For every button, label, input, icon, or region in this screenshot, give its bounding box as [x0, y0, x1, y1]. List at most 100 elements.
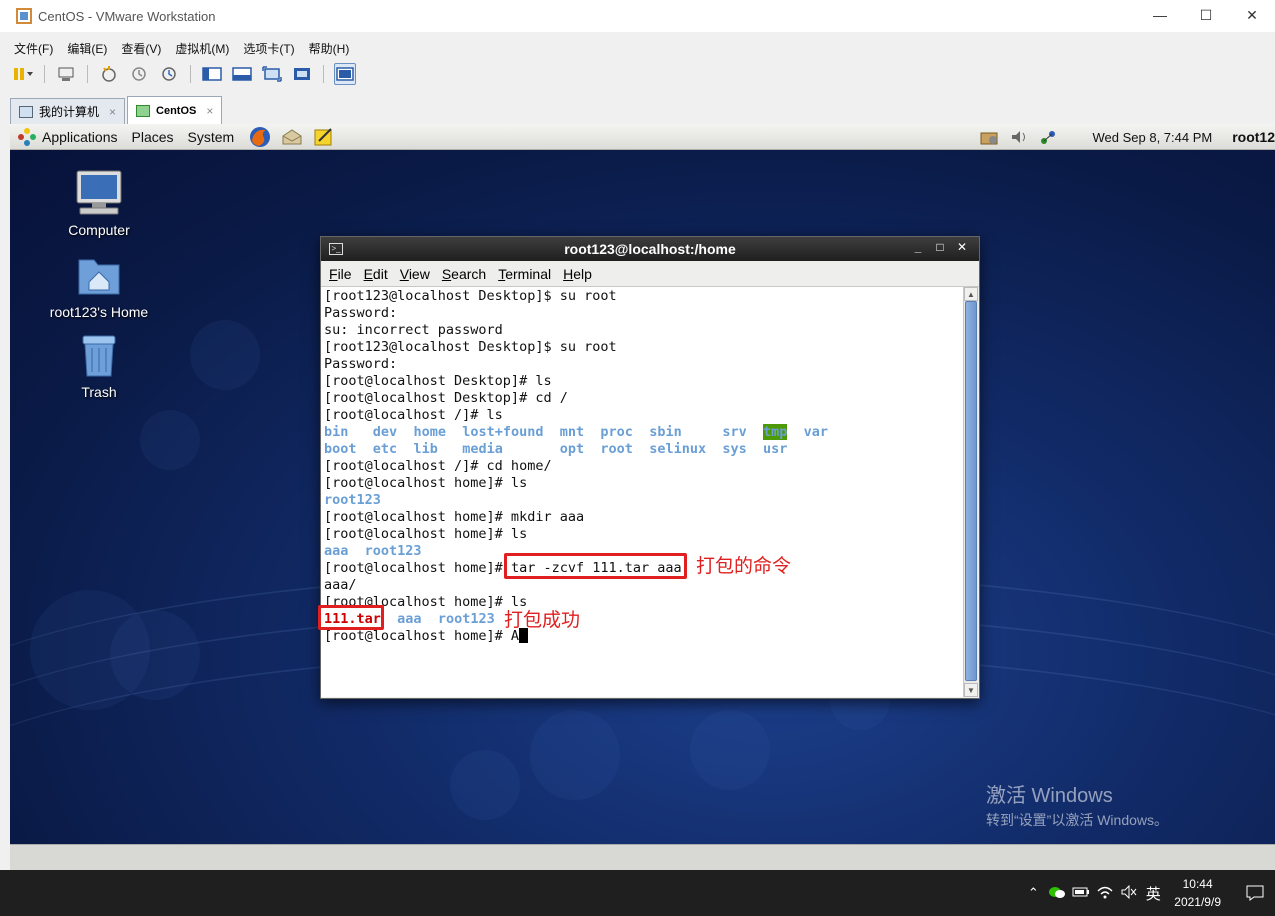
menubar: 文件(F) 编辑(E) 查看(V) 虚拟机(M) 选项卡(T) 帮助(H) — [0, 37, 363, 59]
home-folder-icon — [74, 252, 124, 298]
menu-places[interactable]: Places — [132, 129, 174, 145]
desktop-icon-label: Trash — [81, 384, 117, 400]
vmware-window: CentOS - VMware Workstation — ☐ ✕ 文件(F) … — [0, 0, 1275, 870]
notification-center-icon[interactable] — [1235, 870, 1275, 916]
terminal-maximize-button[interactable]: □ — [929, 240, 951, 254]
computer-tab-icon — [19, 105, 33, 118]
windows-taskbar: ⌃ 英 10:44 2021/9/9 — [0, 870, 1275, 916]
show-library-icon[interactable] — [201, 63, 223, 85]
vm-tabstrip: 我的计算机 × CentOS × — [10, 96, 224, 124]
terminal-output[interactable]: [root123@localhost Desktop]$ su root Pass… — [321, 287, 963, 697]
input-method-indicator[interactable]: 英 — [1142, 883, 1164, 904]
terminal-line: su: incorrect password — [324, 322, 503, 338]
terminal-line: [root123@localhost Desktop]$ su root — [324, 339, 617, 355]
terminal-line: [root@localhost Desktop]# cd / — [324, 390, 568, 406]
snapshot-manager-icon[interactable] — [158, 63, 180, 85]
vmware-app-icon — [16, 8, 32, 24]
computer-icon — [74, 170, 124, 216]
snapshot-take-icon[interactable] — [98, 63, 120, 85]
menu-vm[interactable]: 虚拟机(M) — [175, 40, 229, 57]
tab-close-icon[interactable]: × — [206, 104, 213, 118]
battery-icon[interactable] — [1070, 886, 1092, 901]
tab-centos[interactable]: CentOS × — [127, 96, 223, 124]
maximize-button[interactable]: ☐ — [1183, 0, 1229, 30]
guest-display[interactable]: Applications Places System Wed Sep 8, 7:… — [10, 124, 1275, 870]
gnome-top-panel: Applications Places System Wed Sep 8, 7:… — [10, 124, 1275, 150]
terminal-menu-view[interactable]: View — [400, 266, 430, 282]
annotation-box-command — [504, 553, 687, 579]
window-title: CentOS - VMware Workstation — [38, 8, 216, 24]
tab-my-computer[interactable]: 我的计算机 × — [10, 98, 126, 124]
full-screen-icon[interactable] — [261, 63, 283, 85]
terminal-close-button[interactable]: ✕ — [951, 240, 973, 254]
firefox-icon[interactable] — [248, 126, 272, 148]
menu-help[interactable]: 帮助(H) — [309, 40, 350, 57]
terminal-scrollbar[interactable]: ▲ ▼ — [963, 287, 978, 697]
annotation-result-label: 打包成功 — [504, 610, 581, 631]
menu-edit[interactable]: 编辑(E) — [67, 40, 107, 57]
terminal-line: [root@localhost home]# ls — [324, 475, 528, 491]
terminal-line: aaa/ — [324, 577, 357, 593]
terminal-title: root123@localhost:/home — [564, 241, 736, 257]
terminal-line-current: [root@localhost home]# A — [324, 628, 960, 645]
menu-system[interactable]: System — [188, 129, 235, 145]
terminal-window[interactable]: >_ root123@localhost:/home _ □ ✕ File Ed… — [320, 236, 980, 699]
vm-running-icon — [136, 104, 151, 117]
speaker-muted-icon[interactable] — [1118, 884, 1140, 902]
panel-user[interactable]: root12 — [1232, 129, 1275, 145]
send-ctrl-alt-del-icon[interactable] — [55, 63, 77, 85]
taskbar-clock[interactable]: 10:44 2021/9/9 — [1174, 875, 1221, 911]
terminal-line: [root@localhost home]# mkdir aaa — [324, 509, 585, 525]
minimize-button[interactable]: — — [1137, 0, 1183, 30]
terminal-menu-edit[interactable]: Edit — [364, 266, 388, 282]
terminal-minimize-button[interactable]: _ — [907, 240, 929, 254]
close-button[interactable]: ✕ — [1229, 0, 1275, 30]
menu-file[interactable]: 文件(F) — [14, 40, 53, 57]
notes-editor-icon[interactable] — [312, 126, 336, 148]
terminal-menubar: File Edit View Search Terminal Help — [321, 261, 979, 287]
network-icon[interactable] — [1038, 127, 1060, 147]
updates-icon[interactable] — [978, 127, 1000, 147]
title-bar: CentOS - VMware Workstation — ☐ ✕ — [0, 0, 1275, 32]
terminal-line-ls-result: 111.tar aaa root123 — [324, 611, 495, 627]
panel-clock[interactable]: Wed Sep 8, 7:44 PM — [1092, 130, 1212, 145]
desktop-icon-home[interactable]: root123's Home — [44, 252, 154, 320]
mail-client-icon[interactable] — [280, 126, 304, 148]
terminal-line-ls-root-2: boot etc lib media opt root selinux sys … — [324, 441, 788, 457]
tab-close-icon[interactable]: × — [109, 105, 116, 119]
desktop-icon-computer[interactable]: Computer — [44, 170, 154, 238]
terminal-title-bar[interactable]: >_ root123@localhost:/home _ □ ✕ — [321, 237, 979, 261]
thumbnail-bar-icon[interactable] — [231, 63, 253, 85]
wifi-icon[interactable] — [1094, 885, 1116, 902]
tab-label: CentOS — [156, 104, 197, 117]
scroll-down-icon[interactable]: ▼ — [964, 683, 978, 697]
chevron-up-icon[interactable]: ⌃ — [1022, 885, 1044, 901]
terminal-menu-help[interactable]: Help — [563, 266, 592, 282]
volume-icon[interactable] — [1008, 127, 1030, 147]
terminal-line: [root@localhost home]# ls — [324, 594, 528, 610]
menu-tabs[interactable]: 选项卡(T) — [243, 40, 294, 57]
terminal-line: [root@localhost /]# ls — [324, 407, 503, 423]
terminal-line-ls-root-1: bin dev home lost+found mnt proc sbin sr… — [324, 424, 829, 440]
power-pause-icon[interactable] — [12, 63, 34, 85]
desktop-icon-label: Computer — [68, 222, 130, 238]
menu-applications[interactable]: Applications — [42, 129, 118, 145]
desktop[interactable]: Computer root123's Home Trash >_ root123… — [10, 150, 1275, 870]
menu-view[interactable]: 查看(V) — [121, 40, 161, 57]
terminal-line: [root@localhost home]# ls — [324, 526, 528, 542]
scroll-thumb[interactable] — [965, 301, 977, 681]
vm-status-bar — [10, 844, 1275, 870]
terminal-menu-search[interactable]: Search — [442, 266, 486, 282]
annotation-command-label: 打包的命令 — [696, 556, 792, 577]
terminal-line: [root123@localhost Desktop]$ su root — [324, 288, 617, 304]
terminal-line: [root@localhost /]# cd home/ — [324, 458, 552, 474]
scroll-up-icon[interactable]: ▲ — [964, 287, 978, 301]
terminal-line: Password: — [324, 356, 398, 372]
desktop-icon-trash[interactable]: Trash — [44, 332, 154, 400]
terminal-menu-terminal[interactable]: Terminal — [498, 266, 551, 282]
wechat-icon[interactable] — [1046, 885, 1068, 902]
console-view-icon[interactable] — [334, 63, 356, 85]
terminal-menu-file[interactable]: File — [329, 266, 352, 282]
unity-icon[interactable] — [291, 63, 313, 85]
snapshot-revert-icon[interactable] — [128, 63, 150, 85]
